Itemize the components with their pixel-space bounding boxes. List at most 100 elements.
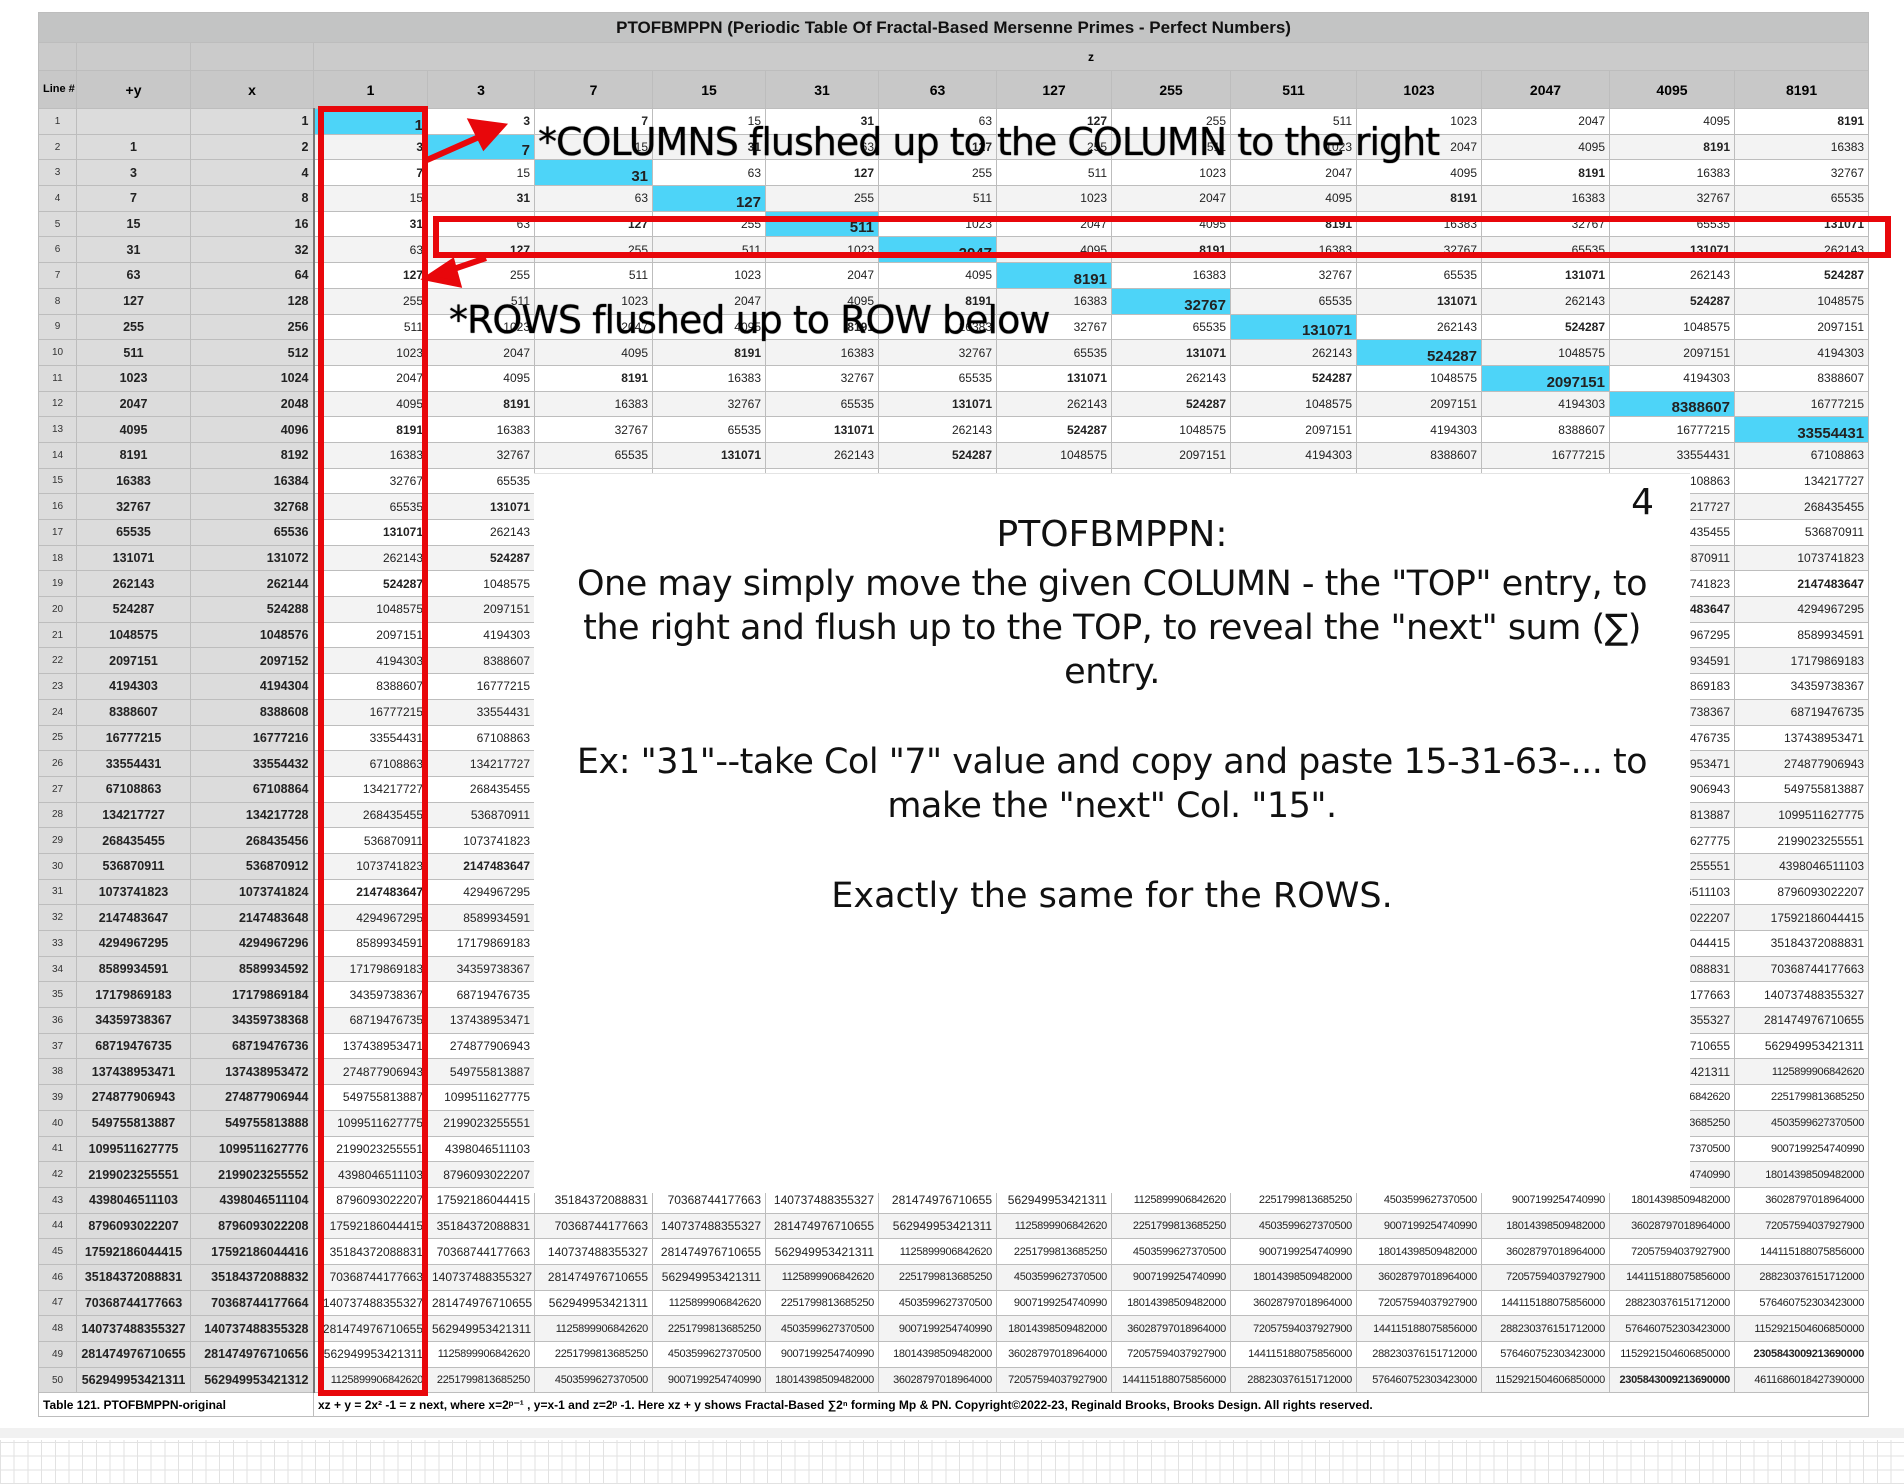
z-value-cell: 2251799813685250 <box>652 1315 766 1342</box>
z-value-cell: 17592186044415 <box>1733 904 1870 931</box>
z-value-cell: 32767 <box>427 441 535 469</box>
z-value-cell: 140737488355327 <box>427 1263 535 1291</box>
z-value-cell: 576460752303423000 <box>1356 1366 1482 1394</box>
z-value-cell: 34359738367 <box>1733 673 1870 700</box>
z-value-cell: 131071 <box>652 441 766 469</box>
z-value-cell: 134217727 <box>1733 467 1870 495</box>
z-value-cell: 2251799813685250 <box>765 1289 879 1317</box>
z-value-cell: 2097151 <box>1230 416 1357 443</box>
z-value-cell: 65535 <box>534 441 653 469</box>
z-value-cell: 4503599627370500 <box>878 1289 997 1317</box>
line-number-cell: 17 <box>38 519 77 546</box>
z-value-cell: 18014398509482000 <box>1111 1289 1231 1317</box>
table-row: 44 8796093022207 8796093022208 175921860444… <box>38 1212 1870 1240</box>
y-value-cell: 4398046511103 <box>76 1186 191 1214</box>
x-value-cell: 1048576 <box>190 621 315 649</box>
z-value-cell: 262143 <box>313 544 428 572</box>
y-value-cell: 65535 <box>76 519 191 546</box>
z-value-cell: 288230376151712000 <box>1609 1289 1735 1317</box>
line-number-cell: 29 <box>38 827 77 854</box>
line-number-cell: 16 <box>38 493 77 520</box>
z-value-cell: 576460752303423000 <box>1609 1315 1735 1342</box>
z-value-cell: 1073741823 <box>427 827 535 854</box>
z-value-cell: 2147483647 <box>427 852 535 880</box>
z-value-cell: 33554431 <box>1733 416 1870 443</box>
line-number-cell: 45 <box>38 1238 77 1265</box>
z-value-cell: 268435455 <box>313 801 428 829</box>
z-value-cell: 36028797018964000 <box>1356 1263 1482 1291</box>
z-value-cell: 4294967295 <box>313 904 428 931</box>
z-value-cell: 33554431 <box>313 724 428 752</box>
x-value-cell: 524288 <box>190 596 315 623</box>
z-value-cell: 18014398509482000 <box>1733 1161 1870 1188</box>
y-value-cell: 274877906943 <box>76 1084 191 1111</box>
z-value-cell: 17592186044415 <box>427 1186 535 1214</box>
z-value-cell: 8388607 <box>313 673 428 700</box>
z-value-cell: 2199023255551 <box>427 1109 535 1137</box>
z-value-cell: 33554431 <box>427 698 535 726</box>
x-value-cell: 4398046511104 <box>190 1186 315 1214</box>
z-value-cell: 1048575 <box>313 596 428 623</box>
z-value-cell: 4294967295 <box>1733 596 1870 623</box>
x-value-cell: 17179869184 <box>190 981 315 1009</box>
z-value-cell: 4294967295 <box>427 878 535 906</box>
z-value-cell: 16777215 <box>1609 416 1735 443</box>
x-value-cell: 17592186044416 <box>190 1238 315 1265</box>
z-value-cell: 9007199254740990 <box>1111 1263 1231 1291</box>
z-value-cell: 18014398509482000 <box>878 1341 997 1368</box>
table-row: 49 281474976710655 281474976710656 56294995… <box>38 1341 1870 1368</box>
page-separator <box>0 1428 1904 1438</box>
x-value-cell: 140737488355328 <box>190 1315 315 1342</box>
table-row: 13 4095 4096 8191 16383 32767 65535 131071 26214… <box>38 416 1870 443</box>
y-value-cell: 536870911 <box>76 852 191 880</box>
z-value-cell: 562949953421311 <box>534 1289 653 1317</box>
z-value-cell: 134217727 <box>427 750 535 777</box>
z-value-cell: 9007199254740990 <box>765 1341 879 1368</box>
z-value-cell: 16777215 <box>1481 441 1610 469</box>
y-value-cell: 4294967295 <box>76 930 191 957</box>
x-value-cell: 35184372088832 <box>190 1263 315 1291</box>
z-value-cell: 288230376151712000 <box>1481 1315 1610 1342</box>
line-number-cell: 46 <box>38 1263 77 1291</box>
z-value-cell: 524287 <box>996 416 1112 443</box>
z-value-cell: 32767 <box>534 416 653 443</box>
z-value-cell: 1125899906842620 <box>765 1263 879 1291</box>
z-value-cell: 524287 <box>878 441 997 469</box>
y-value-cell: 2199023255551 <box>76 1161 191 1188</box>
x-value-cell: 562949953421312 <box>190 1366 315 1394</box>
explanation-title: PTOFBMPPN: <box>996 514 1228 555</box>
z-value-cell: 274877906943 <box>1733 750 1870 777</box>
line-number-cell: 39 <box>38 1084 77 1111</box>
x-value-cell: 262144 <box>190 570 315 598</box>
table-formula-note: xz + y = 2x² -1 = z next, where x=2ᵖ⁻¹ ,… <box>312 1392 1870 1418</box>
x-value-cell: 70368744177664 <box>190 1289 315 1317</box>
z-value-cell: 140737488355327 <box>534 1238 653 1265</box>
line-number-cell: 31 <box>38 878 77 906</box>
x-value-cell: 8589934592 <box>190 955 315 983</box>
z-value-cell: 131071 <box>427 493 535 520</box>
z-value-cell: 144115188075856000 <box>1356 1315 1482 1342</box>
z-value-cell: 4503599627370500 <box>1230 1212 1357 1240</box>
z-value-cell: 34359738367 <box>313 981 428 1009</box>
x-value-cell: 8796093022208 <box>190 1212 315 1240</box>
z-value-cell: 9007199254740990 <box>1733 1135 1870 1163</box>
line-number-cell: 49 <box>38 1341 77 1368</box>
z-value-cell: 2147483647 <box>313 878 428 906</box>
z-value-cell: 8191 <box>313 416 428 443</box>
z-value-cell: 9007199254740990 <box>1230 1238 1357 1265</box>
x-value-cell: 2147483648 <box>190 904 315 931</box>
x-value-cell: 16777216 <box>190 724 315 752</box>
z-value-cell: 68719476735 <box>313 1007 428 1034</box>
rows-flush-note: *ROWS flushed up to ROW below <box>449 298 1050 342</box>
z-value-cell: 281474976710655 <box>427 1289 535 1317</box>
z-value-cell: 36028797018964000 <box>1481 1238 1610 1265</box>
z-value-cell: 8589934591 <box>427 904 535 931</box>
z-value-cell: 144115188075856000 <box>1481 1289 1610 1317</box>
x-value-cell: 274877906944 <box>190 1084 315 1111</box>
z-value-cell: 2251799813685250 <box>427 1366 535 1394</box>
y-value-cell: 8589934591 <box>76 955 191 983</box>
z-value-cell: 1125899906842620 <box>534 1315 653 1342</box>
y-value-cell: 140737488355327 <box>76 1315 191 1342</box>
z-value-cell: 262143 <box>765 441 879 469</box>
z-value-cell: 137438953471 <box>1733 724 1870 752</box>
